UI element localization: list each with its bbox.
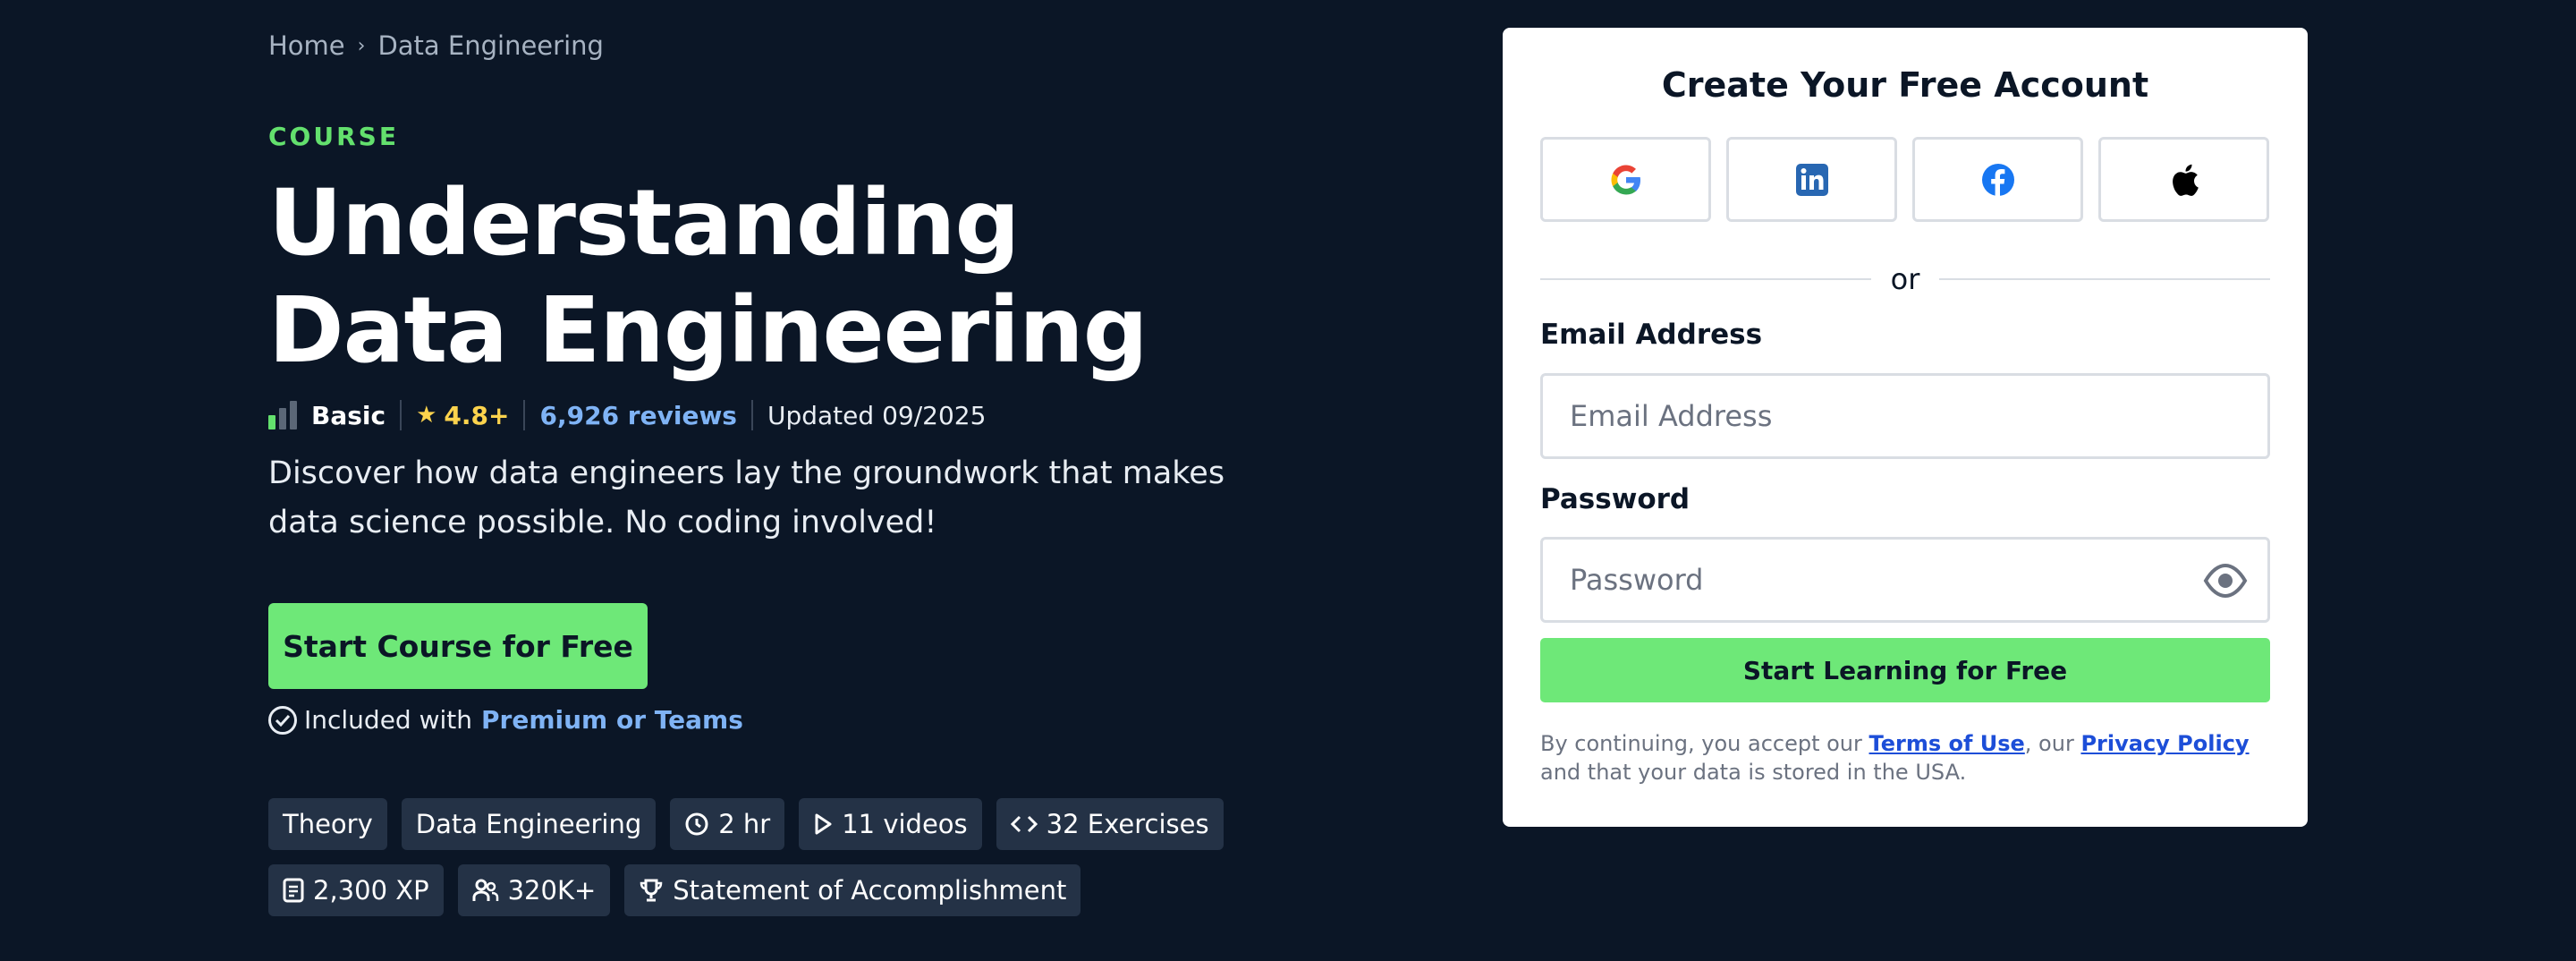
document-icon <box>283 878 304 903</box>
star-icon: ★ <box>416 402 437 429</box>
check-circle-icon <box>268 705 297 735</box>
privacy-link[interactable]: Privacy Policy <box>2080 731 2249 756</box>
divider <box>750 400 753 430</box>
code-icon <box>1010 815 1038 833</box>
updated-date: Updated 09/2025 <box>767 400 987 430</box>
email-field-wrapper <box>1540 373 2270 459</box>
facebook-icon <box>1981 163 2014 196</box>
google-icon <box>1611 165 1640 194</box>
breadcrumb: Home › Data Engineering <box>268 30 604 61</box>
terms-link[interactable]: Terms of Use <box>1869 731 2025 756</box>
trophy-icon <box>640 879 663 902</box>
signup-card: Create Your Free Account or Email Addres… <box>1503 28 2308 827</box>
users-icon <box>472 879 498 901</box>
clock-icon <box>685 812 708 836</box>
tag-theory[interactable]: Theory <box>268 798 387 850</box>
google-login-button[interactable] <box>1540 137 1711 222</box>
password-field[interactable] <box>1570 563 2241 597</box>
tag-exercises: 32 Exercises <box>996 798 1224 850</box>
legal-text: By continuing, you accept our Terms of U… <box>1540 731 2250 785</box>
tag-duration: 2 hr <box>670 798 785 850</box>
course-tags-row-1: Theory Data Engineering 2 hr 11 videos 3… <box>268 798 1224 850</box>
tag-videos: 11 videos <box>799 798 982 850</box>
included-note: Included with Premium or Teams <box>268 705 743 735</box>
course-meta: Basic ★ 4.8+ 6,926 reviews Updated 09/20… <box>268 395 986 435</box>
page-title: Understanding Data Engineering <box>268 170 1148 385</box>
level-label: Basic <box>311 400 386 430</box>
or-divider: or <box>1540 262 2271 296</box>
course-tags-row-2: 2,300 XP 320K+ Statement of Accomplishme… <box>268 864 1081 916</box>
tag-learners: 320K+ <box>457 864 611 916</box>
breadcrumb-current[interactable]: Data Engineering <box>377 30 603 61</box>
chevron-right-icon: › <box>357 34 366 57</box>
title-line-1: Understanding <box>268 170 1020 276</box>
reviews-link[interactable]: 6,926 reviews <box>539 401 737 430</box>
included-prefix: Included with <box>304 705 473 735</box>
tag-xp: 2,300 XP <box>268 864 444 916</box>
premium-teams-link[interactable]: Premium or Teams <box>481 705 743 735</box>
rating-value: 4.8+ <box>444 400 510 430</box>
course-description: Discover how data engineers lay the grou… <box>268 455 1225 540</box>
or-label: or <box>1890 262 1920 296</box>
eye-icon[interactable] <box>2203 561 2248 604</box>
signup-title: Create Your Free Account <box>1661 65 2149 105</box>
start-course-button[interactable]: Start Course for Free <box>268 603 648 689</box>
apple-login-button[interactable] <box>2098 137 2269 222</box>
linkedin-icon <box>1795 163 1828 196</box>
play-icon <box>815 813 832 835</box>
divider <box>400 400 402 430</box>
apple-icon <box>2172 164 2199 196</box>
title-line-2: Data Engineering <box>268 277 1148 384</box>
tag-accomplishment: Statement of Accomplishment <box>624 864 1081 916</box>
start-learning-button[interactable]: Start Learning for Free <box>1540 638 2270 702</box>
tag-data-engineering[interactable]: Data Engineering <box>401 798 657 850</box>
email-field[interactable] <box>1570 399 2241 433</box>
divider <box>523 400 526 430</box>
course-type-label: COURSE <box>268 122 399 151</box>
social-login-buttons <box>1540 137 2269 222</box>
breadcrumb-home[interactable]: Home <box>268 30 345 61</box>
facebook-login-button[interactable] <box>1912 137 2083 222</box>
level-bars-icon <box>268 401 297 429</box>
linkedin-login-button[interactable] <box>1726 137 1897 222</box>
email-label: Email Address <box>1540 319 1763 351</box>
password-label: Password <box>1540 483 1690 515</box>
password-field-wrapper <box>1540 537 2270 623</box>
